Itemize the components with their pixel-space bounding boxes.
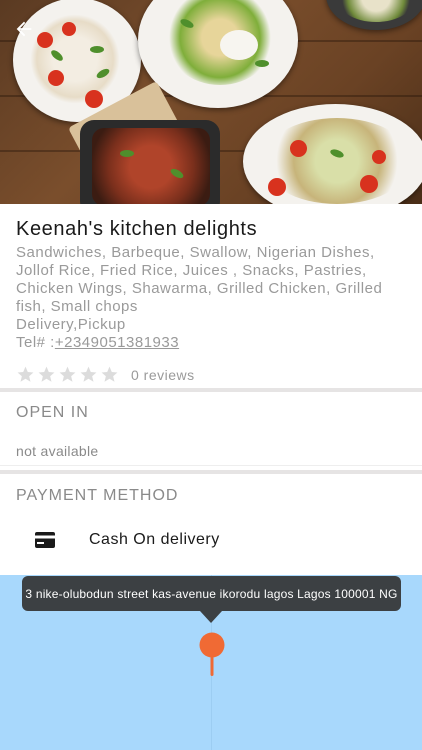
star-icon [17, 366, 34, 382]
payment-method-label: Cash On delivery [89, 531, 220, 548]
reviews-count[interactable]: 0 reviews [131, 367, 195, 383]
back-button[interactable] [10, 15, 38, 43]
payment-option: Cash On delivery [16, 531, 406, 549]
phone-link[interactable]: +2349051381933 [55, 334, 179, 351]
star-icon [80, 366, 97, 382]
open-hours-section: OPEN IN not available [0, 392, 422, 466]
restaurant-info: Keenah's kitchen delights Sandwiches, Ba… [0, 204, 422, 388]
open-status: not available [16, 443, 99, 459]
credit-card-icon [35, 532, 55, 548]
phone-label: Tel# : [16, 334, 55, 351]
restaurant-name: Keenah's kitchen delights [16, 218, 258, 240]
star-icon [38, 366, 55, 382]
payment-section: PAYMENT METHOD Cash On delivery [0, 474, 422, 574]
payment-method-title: PAYMENT METHOD [16, 487, 179, 504]
star-rating [16, 365, 121, 384]
rating-row: 0 reviews [16, 365, 406, 384]
address-tooltip[interactable]: 3 nike-olubodun street kas-avenue ikorod… [22, 576, 401, 611]
star-icon [101, 366, 118, 382]
star-icon [59, 366, 76, 382]
delivery-options: Delivery,Pickup [16, 316, 126, 333]
location-map[interactable]: 3 nike-olubodun street kas-avenue ikorod… [0, 575, 422, 750]
cuisine-list: Sandwiches, Barbeque, Swallow, Nigerian … [16, 244, 383, 315]
tooltip-arrow [200, 611, 222, 623]
restaurant-cover-image [0, 0, 422, 204]
address-text: 3 nike-olubodun street kas-avenue ikorod… [25, 586, 398, 601]
map-pin-icon[interactable] [199, 632, 225, 677]
arrow-left-icon [16, 21, 32, 37]
open-in-title: OPEN IN [16, 404, 89, 421]
phone-row: Tel# :+2349051381933 [16, 334, 406, 352]
